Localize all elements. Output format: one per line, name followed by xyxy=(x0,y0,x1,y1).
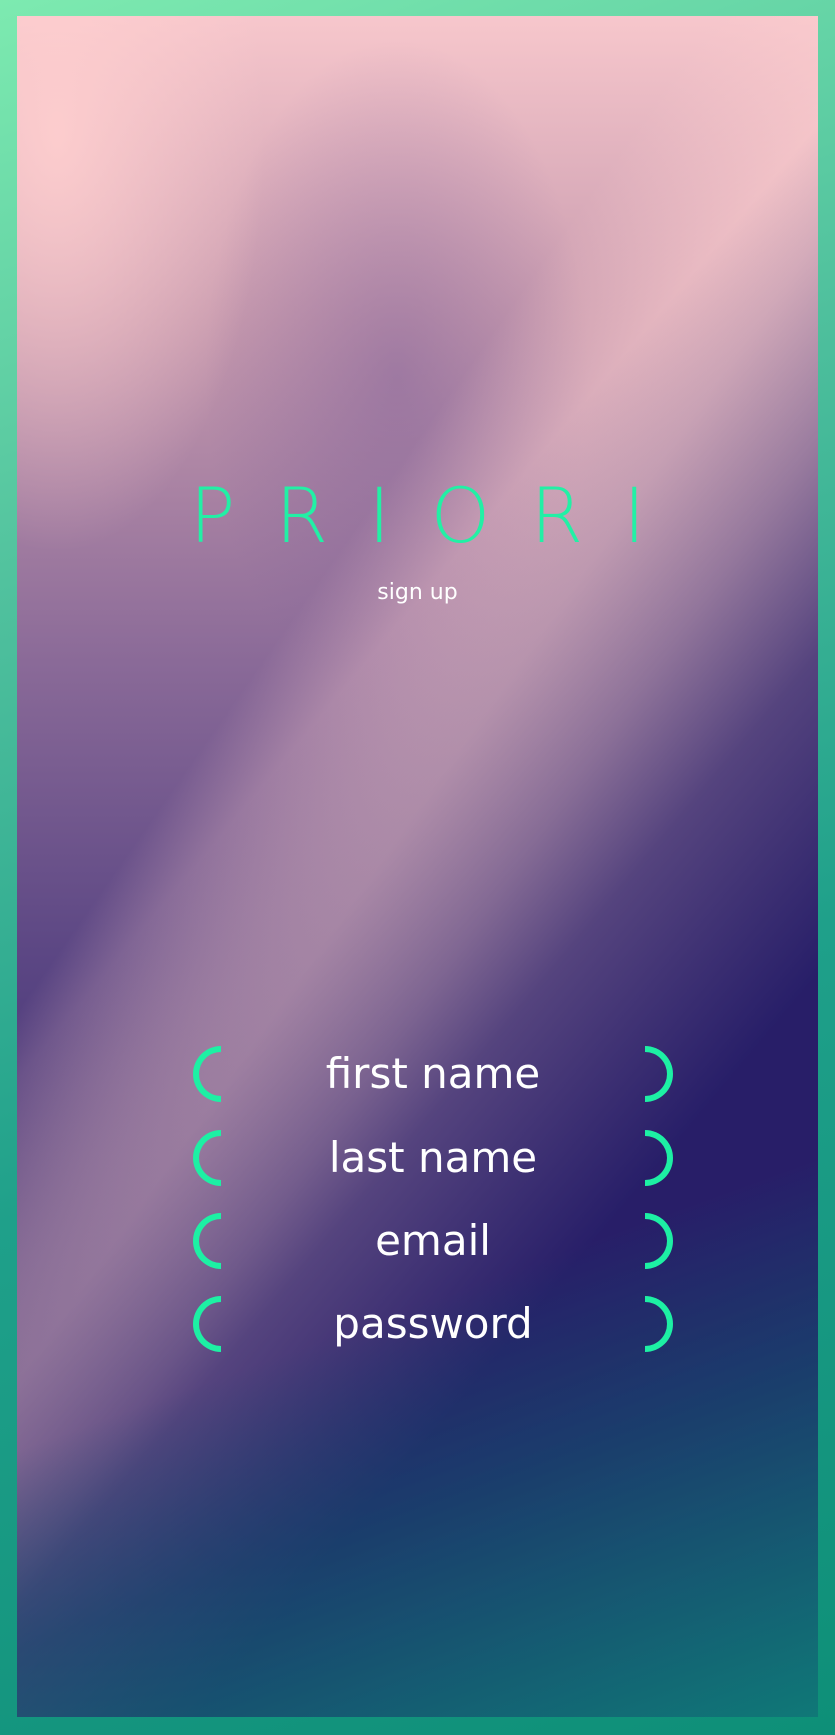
signup-screen: PRIORI sign up first name last name emai… xyxy=(17,16,818,1717)
bracket-left-icon xyxy=(193,1296,221,1352)
first-name-field[interactable]: first name xyxy=(193,1046,673,1112)
email-field[interactable]: email xyxy=(193,1213,673,1279)
bracket-left-icon xyxy=(193,1046,221,1102)
first-name-input[interactable]: first name xyxy=(233,1050,633,1098)
bracket-left-icon xyxy=(193,1213,221,1269)
password-input[interactable]: password xyxy=(233,1300,633,1348)
password-field[interactable]: password xyxy=(193,1296,673,1362)
bracket-right-icon xyxy=(645,1213,673,1269)
bracket-right-icon xyxy=(645,1130,673,1186)
bracket-left-icon xyxy=(193,1130,221,1186)
last-name-field[interactable]: last name xyxy=(193,1130,673,1196)
email-input[interactable]: email xyxy=(233,1217,633,1265)
background-teal-corner xyxy=(17,16,818,1717)
device-frame: PRIORI sign up first name last name emai… xyxy=(0,0,835,1735)
brand-logo: PRIORI xyxy=(189,471,686,560)
bracket-right-icon xyxy=(645,1296,673,1352)
bracket-right-icon xyxy=(645,1046,673,1102)
last-name-input[interactable]: last name xyxy=(233,1134,633,1182)
page-subtitle: sign up xyxy=(377,580,458,605)
